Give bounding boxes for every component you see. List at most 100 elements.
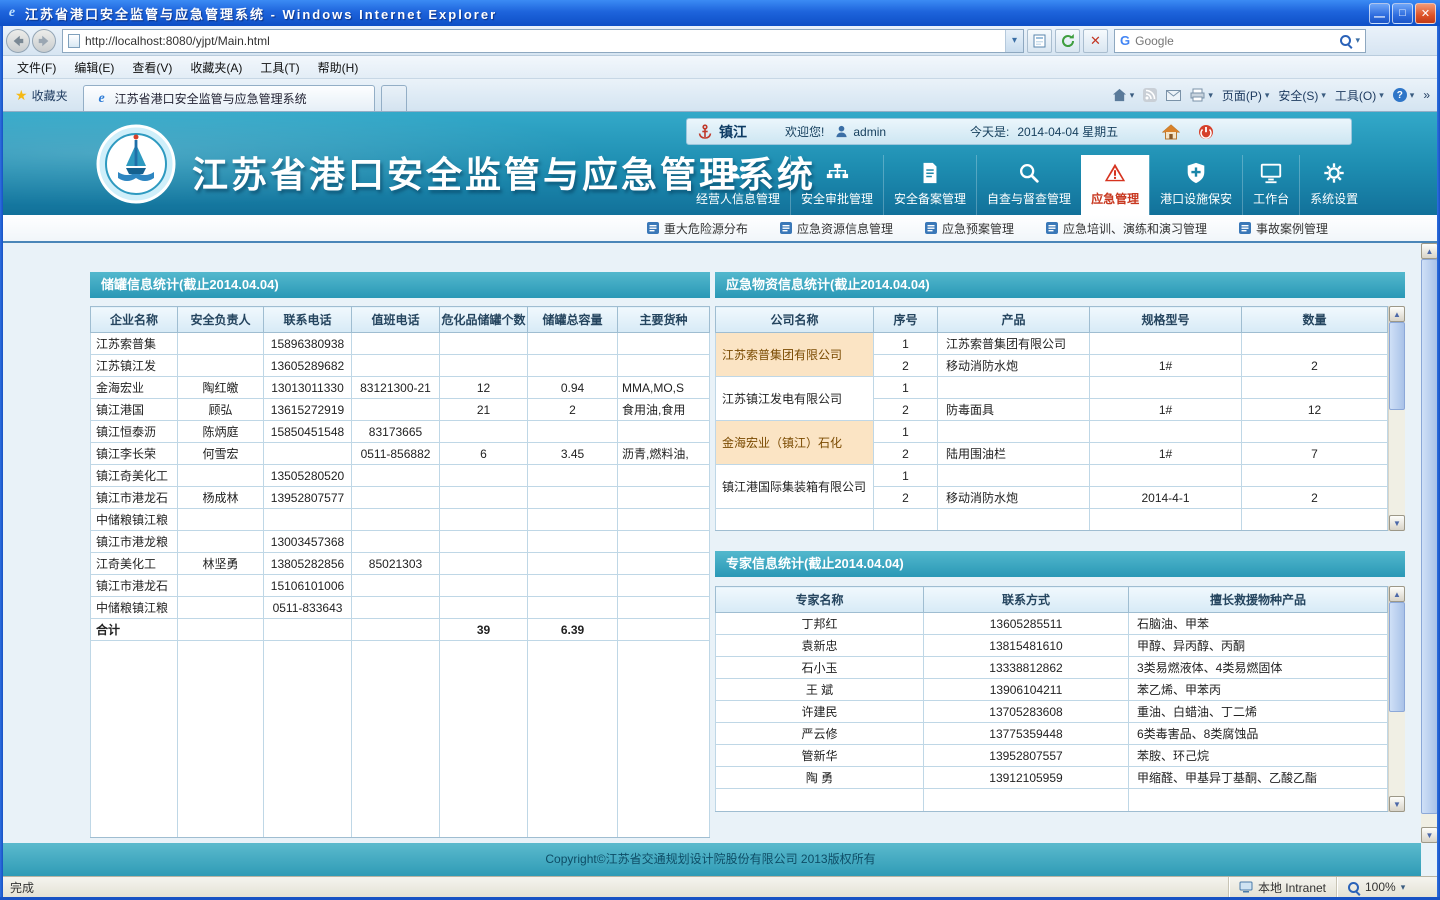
nav-item-settings[interactable]: 系统设置 — [1299, 155, 1368, 215]
home-button[interactable]: ▾ — [1112, 88, 1135, 102]
submenu-plan-management[interactable]: 应急预案管理 — [925, 220, 1014, 237]
table-cell — [618, 487, 710, 509]
table-cell — [874, 509, 938, 531]
logout-icon[interactable] — [1198, 124, 1214, 140]
submenu-training-drill[interactable]: 应急培训、演练和演习管理 — [1046, 220, 1207, 237]
table-row[interactable]: 江苏索普集15896380938 — [91, 333, 710, 355]
table-cell — [938, 377, 1090, 399]
safety-menu-button[interactable]: 安全(S) ▾ — [1278, 87, 1326, 104]
nav-item-emergency[interactable]: 应急管理 — [1081, 155, 1149, 215]
main-navigation: 经营人信息管理 安全审批管理 安全备案管理 — [686, 155, 1368, 215]
address-bar[interactable]: ▾ — [62, 29, 1024, 53]
table-row[interactable]: 镇江李长荣何雪宏0511-85688263.45沥青,燃料油, — [91, 443, 710, 465]
tools-menu-button[interactable]: 工具(O) ▾ — [1335, 87, 1384, 104]
table-row[interactable]: 管新华13952807557苯胺、环己烷 — [716, 745, 1388, 767]
submenu-resource-info[interactable]: 应急资源信息管理 — [780, 220, 893, 237]
zone-label: 本地 Intranet — [1258, 879, 1326, 896]
menu-view[interactable]: 查看(V) — [123, 57, 181, 78]
search-input[interactable] — [1135, 34, 1339, 48]
table-row[interactable]: 金海宏业（镇江）石化1 — [716, 421, 1388, 443]
help-button[interactable]: ? ▾ — [1393, 88, 1415, 102]
nav-item-operators[interactable]: 经营人信息管理 — [686, 155, 790, 215]
nav-item-safety-approval[interactable]: 安全审批管理 — [790, 155, 883, 215]
window-titlebar[interactable]: e 江苏省港口安全监管与应急管理系统 - Windows Internet Ex… — [0, 0, 1440, 26]
refresh-button[interactable] — [1055, 29, 1080, 53]
table-row[interactable]: 袁新忠13815481610甲醇、异丙醇、丙酮 — [716, 635, 1388, 657]
scroll-down-button[interactable]: ▼ — [1389, 515, 1405, 531]
table-row[interactable]: 王 斌13906104211苯乙烯、甲苯丙 — [716, 679, 1388, 701]
table-row[interactable]: 石小玉133388128623类易燃液体、4类易燃固体 — [716, 657, 1388, 679]
table-cell: 12 — [1242, 399, 1388, 421]
nav-item-port-security[interactable]: 港口设施保安 — [1149, 155, 1242, 215]
compatibility-view-button[interactable] — [1027, 29, 1052, 53]
favorites-button[interactable]: ★ 收藏夹 — [6, 83, 77, 108]
scroll-thumb[interactable] — [1421, 259, 1438, 814]
toolbar-overflow-button[interactable]: » — [1423, 88, 1430, 102]
mail-button[interactable] — [1166, 90, 1181, 101]
table-row[interactable]: 镇江市港龙石15106101006 — [91, 575, 710, 597]
table-row[interactable]: 镇江奇美化工13505280520 — [91, 465, 710, 487]
menu-help[interactable]: 帮助(H) — [309, 57, 368, 78]
close-button[interactable]: ✕ — [1415, 3, 1436, 24]
search-icon[interactable] — [1339, 34, 1352, 47]
table-row[interactable]: 江苏镇江发电有限公司1 — [716, 377, 1388, 399]
table-row[interactable]: 陶 勇13912105959甲缩醛、甲基异丁基酮、乙酸乙酯 — [716, 767, 1388, 789]
menu-file[interactable]: 文件(F) — [8, 57, 65, 78]
table-row[interactable]: 镇江市港龙粮13003457368 — [91, 531, 710, 553]
expert-scrollbar[interactable]: ▲ ▼ — [1388, 586, 1405, 812]
browser-tab[interactable]: e 江苏省港口安全监管与应急管理系统 — [83, 85, 375, 111]
scroll-down-button[interactable]: ▼ — [1389, 796, 1405, 812]
maximize-button[interactable]: □ — [1392, 3, 1413, 24]
scroll-down-button[interactable]: ▼ — [1421, 827, 1438, 843]
table-row[interactable]: 中储粮镇江粮0511-833643 — [91, 597, 710, 619]
submenu-case-management[interactable]: 事故案例管理 — [1239, 220, 1328, 237]
scroll-up-button[interactable]: ▲ — [1389, 306, 1405, 322]
table-cell: 中储粮镇江粮 — [91, 597, 178, 619]
nav-item-workbench[interactable]: 工作台 — [1242, 155, 1299, 215]
minimize-button[interactable]: — — [1369, 3, 1390, 24]
scroll-up-button[interactable]: ▲ — [1389, 586, 1405, 602]
table-row[interactable]: 严云修137753594486类毒害品、8类腐蚀品 — [716, 723, 1388, 745]
new-tab-button[interactable] — [381, 85, 407, 111]
table-row[interactable]: 镇江港国际集装箱有限公司1 — [716, 465, 1388, 487]
page-scrollbar[interactable]: ▲ ▼ — [1421, 243, 1438, 843]
table-row[interactable]: 江苏索普集团有限公司1江苏索普集团有限公司 — [716, 333, 1388, 355]
search-box[interactable]: G ▾ — [1114, 29, 1366, 53]
menu-edit[interactable]: 编辑(E) — [65, 57, 123, 78]
menu-tools[interactable]: 工具(T) — [251, 57, 308, 78]
table-row[interactable]: 合计396.39 — [91, 619, 710, 641]
ie-tab-icon: e — [94, 91, 110, 107]
print-button[interactable]: ▾ — [1190, 88, 1213, 102]
feeds-button[interactable] — [1143, 88, 1157, 102]
scroll-thumb[interactable] — [1389, 602, 1405, 712]
table-row[interactable]: 镇江市港龙石杨成林13952807577 — [91, 487, 710, 509]
url-dropdown-button[interactable]: ▾ — [1005, 30, 1023, 52]
forward-button[interactable] — [32, 29, 56, 53]
back-button[interactable] — [6, 29, 30, 53]
chevron-down-icon: ▾ — [1321, 90, 1326, 101]
table-row[interactable]: 江苏镇江发13605289682 — [91, 355, 710, 377]
table-row[interactable]: 金海宏业陶红皦1301301133083121300-21120.94MMA,M… — [91, 377, 710, 399]
home-shortcut-icon[interactable] — [1162, 124, 1180, 140]
table-row[interactable]: 江奇美化工林坚勇1380528285685021303 — [91, 553, 710, 575]
table-row[interactable]: 中储粮镇江粮 — [91, 509, 710, 531]
supplies-statistics-panel: 应急物资信息统计(截止2014.04.04) 公司名称序号产品规格型号数量 江苏… — [715, 272, 1405, 531]
zoom-control[interactable]: 100% ▾ — [1336, 877, 1440, 897]
table-row[interactable]: 丁邦红13605285511石脑油、甲苯 — [716, 613, 1388, 635]
table-cell — [91, 641, 178, 838]
submenu-hazard-distribution[interactable]: 重大危险源分布 — [647, 220, 748, 237]
url-input[interactable] — [85, 34, 1005, 48]
table-row[interactable]: 镇江恒泰沥陈炳庭1585045154883173665 — [91, 421, 710, 443]
security-zone[interactable]: 本地 Intranet — [1228, 877, 1336, 897]
table-row[interactable]: 镇江港国顾弘13615272919212食用油,食用 — [91, 399, 710, 421]
supplies-scrollbar[interactable]: ▲ ▼ — [1388, 306, 1405, 531]
stop-button[interactable]: ✕ — [1083, 29, 1108, 53]
scroll-thumb[interactable] — [1389, 322, 1405, 410]
nav-item-safety-record[interactable]: 安全备案管理 — [883, 155, 976, 215]
nav-item-inspection[interactable]: 自查与督查管理 — [976, 155, 1081, 215]
page-menu-button[interactable]: 页面(P) ▾ — [1222, 87, 1270, 104]
search-dropdown-icon[interactable]: ▾ — [1355, 35, 1360, 46]
scroll-up-button[interactable]: ▲ — [1421, 243, 1438, 259]
table-row[interactable]: 许建民13705283608重油、白蜡油、丁二烯 — [716, 701, 1388, 723]
menu-favorites[interactable]: 收藏夹(A) — [181, 57, 251, 78]
